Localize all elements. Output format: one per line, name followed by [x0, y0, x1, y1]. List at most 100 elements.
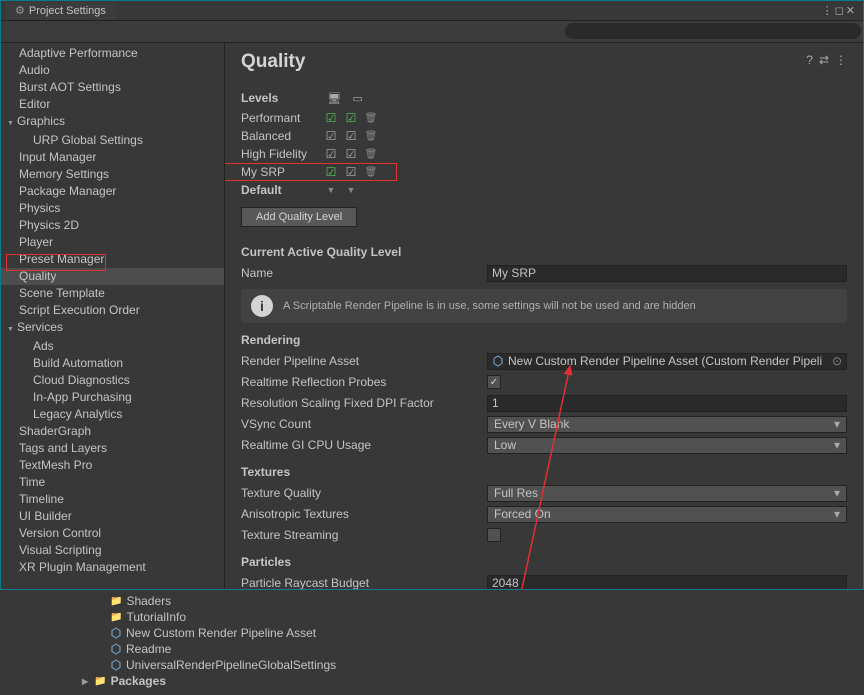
sidebar-item-textmesh-pro[interactable]: TextMesh Pro	[1, 457, 224, 474]
sidebar-item-input-manager[interactable]: Input Manager	[1, 149, 224, 166]
gi-dropdown[interactable]: Low	[487, 437, 847, 454]
standalone-icon: ▭	[348, 92, 368, 105]
preset-icon[interactable]: ⇄	[819, 53, 829, 67]
project-panel: 📁Shaders📁TutorialInfoNew Custom Render P…	[76, 593, 776, 689]
project-item[interactable]: UniversalRenderPipelineGlobalSettings	[76, 657, 776, 673]
project-item[interactable]: ▶ 📁 Packages	[76, 673, 776, 689]
sidebar-item-legacy-analytics[interactable]: Legacy Analytics	[1, 406, 224, 423]
expand-arrow-icon[interactable]: ▶	[82, 677, 88, 686]
chevron-down-icon[interactable]: ▼	[341, 185, 361, 195]
sidebar-item-editor[interactable]: Editor	[1, 96, 224, 113]
sidebar-item-script-execution-order[interactable]: Script Execution Order	[1, 302, 224, 319]
add-quality-button[interactable]: Add Quality Level	[241, 207, 357, 227]
item-label: Packages	[111, 674, 166, 688]
sidebar-item-version-control[interactable]: Version Control	[1, 525, 224, 542]
sidebar-item-memory-settings[interactable]: Memory Settings	[1, 166, 224, 183]
level-name: High Fidelity	[241, 147, 321, 161]
chevron-down-icon[interactable]: ▼	[321, 185, 341, 195]
sidebar-item-adaptive-performance[interactable]: Adaptive Performance	[1, 45, 224, 62]
item-label: UniversalRenderPipelineGlobalSettings	[126, 658, 336, 672]
sidebar-item-time[interactable]: Time	[1, 474, 224, 491]
dpi-label: Resolution Scaling Fixed DPI Factor	[241, 396, 487, 410]
streaming-checkbox[interactable]	[487, 528, 501, 542]
search-input[interactable]	[565, 23, 861, 39]
window-title: Project Settings	[29, 5, 106, 17]
item-label: New Custom Render Pipeline Asset	[126, 626, 316, 640]
project-item[interactable]: 📁TutorialInfo	[76, 609, 776, 625]
sidebar-item-ui-builder[interactable]: UI Builder	[1, 508, 224, 525]
sidebar-item-cloud-diagnostics[interactable]: Cloud Diagnostics	[1, 372, 224, 389]
sidebar-item-xr-plugin-management[interactable]: XR Plugin Management	[1, 559, 224, 576]
item-label: Shaders	[126, 594, 171, 608]
project-item[interactable]: Readme	[76, 641, 776, 657]
sidebar-item-services[interactable]: Services	[1, 319, 224, 338]
render-pipeline-field[interactable]: New Custom Render Pipeline Asset (Custom…	[487, 353, 847, 370]
menu-dots-icon[interactable]: ⋮	[822, 4, 833, 17]
sidebar-item-in-app-purchasing[interactable]: In-App Purchasing	[1, 389, 224, 406]
level-name: Balanced	[241, 129, 321, 143]
sidebar-item-scene-template[interactable]: Scene Template	[1, 285, 224, 302]
particle-budget-label: Particle Raycast Budget	[241, 576, 487, 589]
sidebar-item-ads[interactable]: Ads	[1, 338, 224, 355]
sidebar-item-tags-and-layers[interactable]: Tags and Layers	[1, 440, 224, 457]
object-picker-icon[interactable]: ⊙	[832, 354, 842, 368]
checkbox-icon[interactable]: ☑	[321, 129, 341, 143]
sidebar-item-package-manager[interactable]: Package Manager	[1, 183, 224, 200]
item-label: TutorialInfo	[126, 610, 186, 624]
checkbox-icon[interactable]: ☑	[341, 129, 361, 143]
trash-icon[interactable]: 🗑	[361, 131, 381, 142]
particles-title: Particles	[241, 555, 847, 569]
sidebar-item-player[interactable]: Player	[1, 234, 224, 251]
sidebar-item-physics-2d[interactable]: Physics 2D	[1, 217, 224, 234]
window-tab[interactable]: ⚙ Project Settings	[5, 2, 116, 20]
sidebar-item-burst-aot-settings[interactable]: Burst AOT Settings	[1, 79, 224, 96]
vsync-dropdown[interactable]: Every V Blank	[487, 416, 847, 433]
folder-icon: 📁	[94, 676, 106, 687]
project-item[interactable]: 📁 Shaders	[76, 593, 776, 609]
maximize-icon[interactable]: ◻	[835, 4, 844, 17]
name-input[interactable]	[487, 265, 847, 282]
trash-icon[interactable]: 🗑	[361, 149, 381, 160]
dpi-input[interactable]	[487, 395, 847, 412]
default-row[interactable]: Default ▼ ▼	[241, 181, 847, 199]
particle-budget-input[interactable]	[487, 575, 847, 590]
aniso-dropdown[interactable]: Forced On	[487, 506, 847, 523]
sidebar: Adaptive PerformanceAudioBurst AOT Setti…	[1, 43, 225, 589]
aniso-label: Anisotropic Textures	[241, 507, 487, 521]
quality-level-row[interactable]: High Fidelity ☑ ☑ 🗑	[241, 145, 847, 163]
asset-icon	[110, 643, 122, 655]
sidebar-item-timeline[interactable]: Timeline	[1, 491, 224, 508]
asset-icon	[492, 355, 504, 367]
sidebar-item-visual-scripting[interactable]: Visual Scripting	[1, 542, 224, 559]
checkbox-icon[interactable]: ☑	[341, 111, 361, 125]
page-title: Quality	[241, 51, 847, 73]
folder-icon: 📁	[110, 596, 122, 607]
asset-icon	[110, 627, 122, 639]
quality-level-row[interactable]: Performant ☑ ☑ 🗑	[241, 109, 847, 127]
refl-probes-checkbox[interactable]: ✓	[487, 375, 501, 389]
close-icon[interactable]: ✕	[846, 4, 855, 17]
texture-quality-label: Texture Quality	[241, 486, 487, 500]
highlight-box-my-srp	[225, 163, 397, 181]
gear-icon: ⚙	[15, 4, 25, 17]
trash-icon[interactable]: 🗑	[361, 113, 381, 124]
monitor-icon: 🖥	[324, 92, 344, 105]
searchbar	[1, 21, 863, 43]
texture-quality-dropdown[interactable]: Full Res	[487, 485, 847, 502]
sidebar-item-graphics[interactable]: Graphics	[1, 113, 224, 132]
item-label: Readme	[126, 642, 171, 656]
project-item[interactable]: New Custom Render Pipeline Asset	[76, 625, 776, 641]
checkbox-icon[interactable]: ☑	[321, 147, 341, 161]
context-menu-icon[interactable]: ⋮	[835, 53, 847, 67]
sidebar-item-physics[interactable]: Physics	[1, 200, 224, 217]
checkbox-icon[interactable]: ☑	[341, 147, 361, 161]
sidebar-item-build-automation[interactable]: Build Automation	[1, 355, 224, 372]
sidebar-item-shadergraph[interactable]: ShaderGraph	[1, 423, 224, 440]
sidebar-item-urp-global-settings[interactable]: URP Global Settings	[1, 132, 224, 149]
levels-table: Performant ☑ ☑ 🗑Balanced ☑ ☑ 🗑High Fidel…	[241, 109, 847, 199]
help-icon[interactable]: ?	[806, 53, 813, 67]
quality-level-row[interactable]: Balanced ☑ ☑ 🗑	[241, 127, 847, 145]
info-banner: i A Scriptable Render Pipeline is in use…	[241, 289, 847, 323]
sidebar-item-audio[interactable]: Audio	[1, 62, 224, 79]
checkbox-icon[interactable]: ☑	[321, 111, 341, 125]
